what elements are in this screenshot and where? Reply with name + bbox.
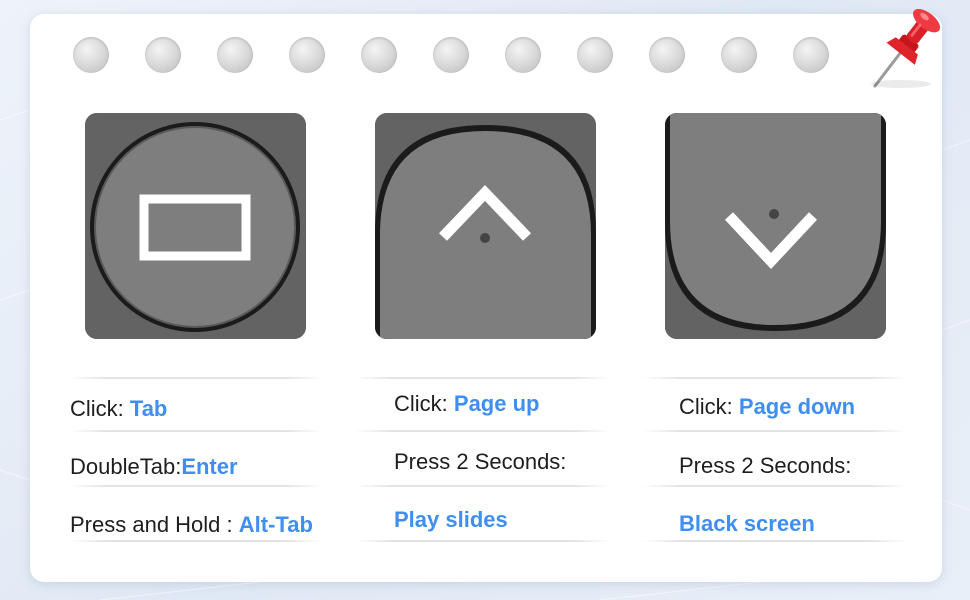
divider bbox=[355, 377, 610, 379]
binder-hole bbox=[721, 37, 757, 73]
page-down-key bbox=[665, 113, 886, 339]
page-up-click-row: Click: Page up bbox=[394, 391, 539, 417]
tab-click-row: Click: Tab bbox=[70, 396, 167, 422]
row-label: Click: bbox=[679, 394, 739, 419]
tab-double-tap-row: DoubleTab:Enter bbox=[70, 454, 238, 480]
row-value: Enter bbox=[181, 454, 238, 479]
binder-hole bbox=[145, 37, 181, 73]
push-pin-icon bbox=[871, 8, 941, 88]
divider bbox=[642, 377, 907, 379]
divider bbox=[642, 540, 907, 542]
page-down-press-row: Press 2 Seconds: bbox=[679, 453, 851, 479]
row-label: Click: bbox=[70, 396, 130, 421]
divider bbox=[355, 485, 610, 487]
binder-hole bbox=[649, 37, 685, 73]
binder-hole bbox=[577, 37, 613, 73]
tab-press-hold-row: Press and Hold : Alt-Tab bbox=[70, 512, 313, 538]
binder-hole bbox=[793, 37, 829, 73]
divider bbox=[70, 485, 322, 487]
row-value: Play slides bbox=[394, 507, 508, 532]
binder-hole bbox=[433, 37, 469, 73]
row-label: Press 2 Seconds: bbox=[679, 453, 852, 478]
row-label: Press 2 Seconds: bbox=[394, 449, 567, 474]
row-label: Click: bbox=[394, 391, 454, 416]
page-up-key bbox=[375, 113, 596, 339]
divider bbox=[355, 540, 610, 542]
binder-hole bbox=[217, 37, 253, 73]
binder-hole bbox=[289, 37, 325, 73]
divider bbox=[642, 430, 907, 432]
row-value: Page up bbox=[453, 391, 540, 416]
divider bbox=[70, 377, 322, 379]
divider bbox=[355, 430, 610, 432]
page-down-press-action-row: Black screen bbox=[679, 511, 815, 537]
page-up-press-action-row: Play slides bbox=[394, 507, 508, 533]
row-value: Alt-Tab bbox=[238, 512, 313, 537]
page-up-press-row: Press 2 Seconds: bbox=[394, 449, 566, 475]
divider bbox=[70, 540, 322, 542]
binder-hole bbox=[505, 37, 541, 73]
divider bbox=[642, 485, 907, 487]
divider bbox=[70, 430, 322, 432]
page-down-click-row: Click: Page down bbox=[679, 394, 855, 420]
row-value: Black screen bbox=[679, 511, 815, 536]
row-label: DoubleTab: bbox=[70, 454, 182, 479]
tab-key bbox=[85, 113, 306, 339]
row-value: Tab bbox=[129, 396, 168, 421]
binder-hole bbox=[73, 37, 109, 73]
binder-hole bbox=[361, 37, 397, 73]
row-value: Page down bbox=[738, 394, 856, 419]
row-label: Press and Hold : bbox=[70, 512, 239, 537]
